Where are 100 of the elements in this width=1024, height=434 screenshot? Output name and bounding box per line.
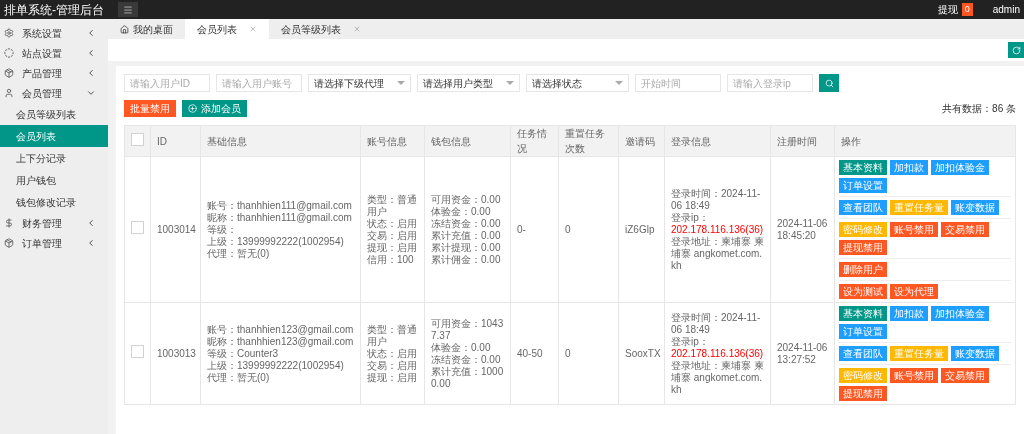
search-button[interactable] <box>819 74 839 92</box>
circle-icon <box>4 48 14 58</box>
table-cell: 0 <box>558 302 619 405</box>
input-field[interactable]: 请输入用户ID <box>124 74 210 92</box>
input-field[interactable]: 请输入登录ip <box>727 74 813 92</box>
select-field[interactable]: 请选择用户类型 <box>417 74 520 92</box>
row-action-button[interactable]: 加扣款 <box>890 160 928 175</box>
row-action-button[interactable]: 重置任务量 <box>890 346 948 361</box>
tab[interactable]: 会员列表 <box>185 19 269 39</box>
info-line: 登录时间：2024-11-06 18:49 <box>671 187 762 212</box>
info-line: 累计提现：0.00 <box>431 241 502 254</box>
search-icon <box>824 78 834 88</box>
tab[interactable]: 会员等级列表 <box>269 19 373 39</box>
row-action-button[interactable]: 交易禁用 <box>941 368 989 383</box>
column-header: 注册时间 <box>770 125 835 157</box>
user-menu[interactable]: admin <box>992 2 1020 17</box>
total-count: 共有数据：86 条 <box>942 102 1016 116</box>
info-line: 代理：暂无(0) <box>207 247 271 260</box>
row-action-button[interactable]: 账号禁用 <box>890 368 938 383</box>
action-button[interactable]: 批量禁用 <box>124 100 176 117</box>
row-action-button[interactable]: 删除用户 <box>839 262 887 277</box>
column-header: 邀请码 <box>618 125 665 157</box>
info-line: 交易：启用 <box>367 359 418 372</box>
caret-icon <box>506 81 514 85</box>
row-action-button[interactable]: 重置任务量 <box>890 200 948 215</box>
input-field[interactable]: 开始时间 <box>635 74 721 92</box>
row-action-button[interactable]: 提现禁用 <box>839 386 887 401</box>
box-icon <box>4 238 14 248</box>
ip-address: 202.178.116.136(36) <box>671 223 764 235</box>
ip-address: 202.178.116.136(36) <box>671 347 764 359</box>
info-line: 账号：thanhhien123@gmail.com <box>207 323 354 336</box>
info-line: 上级：13999992222(1002954) <box>207 359 345 372</box>
sidebar-item[interactable]: 财务管理 <box>0 213 108 233</box>
row-action-button[interactable]: 订单设置 <box>839 178 887 193</box>
column-header: 重置任务次数 <box>558 125 619 157</box>
row-action-button[interactable]: 设为测试 <box>839 284 887 299</box>
table-cell: 40-50 <box>510 302 559 405</box>
sidebar-item[interactable]: 系统设置 <box>0 23 108 43</box>
row-action-button[interactable]: 加扣款 <box>890 306 928 321</box>
select-field[interactable]: 请选择下级代理 <box>308 74 411 92</box>
row-action-button[interactable]: 基本资料 <box>839 306 887 321</box>
refresh-button[interactable] <box>1008 42 1024 58</box>
info-line: 状态：启用 <box>367 217 418 230</box>
info-line: 账号：thanhhien111@gmail.com <box>207 199 353 212</box>
row-action-button[interactable]: 账号禁用 <box>890 222 938 237</box>
row-action-button[interactable]: 加扣体验金 <box>931 306 989 321</box>
checkbox[interactable] <box>131 345 144 358</box>
row-action-button[interactable]: 账变数据 <box>951 200 999 215</box>
sidebar-item[interactable]: 会员管理 <box>0 83 108 103</box>
info-line: 累计佣金：0.00 <box>431 253 502 266</box>
row-action-button[interactable]: 查看团队 <box>839 346 887 361</box>
column-header: 基础信息 <box>200 125 361 157</box>
row-action-button[interactable]: 订单设置 <box>839 324 887 339</box>
sidebar-item[interactable]: 站点设置 <box>0 43 108 63</box>
info-line: 昵称：thanhhien111@gmail.com <box>207 211 353 224</box>
info-line: 昵称：thanhhien123@gmail.com <box>207 335 354 348</box>
info-line: 体验金：0.00 <box>431 205 492 218</box>
info-line: 类型：普通用户 <box>367 193 418 218</box>
sidebar-subitem[interactable]: 钱包修改记录 <box>0 191 108 213</box>
app-title: 排单系统-管理后台 <box>3 1 105 19</box>
tab[interactable]: 我的桌面 <box>108 19 185 39</box>
sidebar-subitem[interactable]: 会员等级列表 <box>0 103 108 125</box>
refresh-icon <box>1011 45 1021 55</box>
sidebar-subitem[interactable]: 上下分记录 <box>0 147 108 169</box>
action-button[interactable]: 添加会员 <box>182 100 247 117</box>
info-line: 等级：Counter3 <box>207 347 280 360</box>
sidebar-item[interactable]: 产品管理 <box>0 63 108 83</box>
info-line: 等级： <box>207 223 238 236</box>
select-field[interactable]: 请选择状态 <box>526 74 629 92</box>
sidebar-subitem[interactable]: 用户钱包 <box>0 169 108 191</box>
table-cell: 1003013 <box>150 302 201 405</box>
count-badge: 0 <box>961 3 973 16</box>
row-action-button[interactable]: 基本资料 <box>839 160 887 175</box>
row-action-button[interactable]: 账变数据 <box>951 346 999 361</box>
row-action-button[interactable]: 交易禁用 <box>941 222 989 237</box>
row-action-button[interactable]: 密码修改 <box>839 368 887 383</box>
column-header: 账号信息 <box>360 125 425 157</box>
table-cell: 0- <box>510 156 559 303</box>
row-action-button[interactable]: 提现禁用 <box>839 240 887 255</box>
info-line: 代理：暂无(0) <box>207 371 271 384</box>
column-header: 钱包信息 <box>424 125 511 157</box>
row-action-button[interactable]: 加扣体验金 <box>931 160 989 175</box>
info-line: 可用资金：0.00 <box>431 193 502 206</box>
sidebar-item[interactable]: 订单管理 <box>0 233 108 253</box>
sidebar-subitem[interactable]: 会员列表 <box>0 125 108 147</box>
info-line: 登录地址：柬埔寨 柬埔寨 angkomet.com.kh <box>671 235 764 272</box>
row-action-button[interactable]: 设为代理 <box>890 284 938 299</box>
menu-button[interactable] <box>118 2 138 17</box>
info-line: 累计充值：0.00 <box>431 229 502 242</box>
row-action-button[interactable]: 查看团队 <box>839 200 887 215</box>
input-field[interactable]: 请输入用户账号 <box>216 74 302 92</box>
info-line: 累计充值：10000.00 <box>431 365 504 390</box>
user-icon <box>4 88 14 98</box>
info-line: 类型：普通用户 <box>367 323 418 348</box>
checkbox[interactable] <box>131 132 144 146</box>
info-line: 体验金：0.00 <box>431 341 492 354</box>
row-action-button[interactable]: 密码修改 <box>839 222 887 237</box>
checkbox[interactable] <box>131 221 144 234</box>
withdraw-link[interactable]: 提现 <box>937 2 958 17</box>
column-header: 操作 <box>834 125 1016 157</box>
